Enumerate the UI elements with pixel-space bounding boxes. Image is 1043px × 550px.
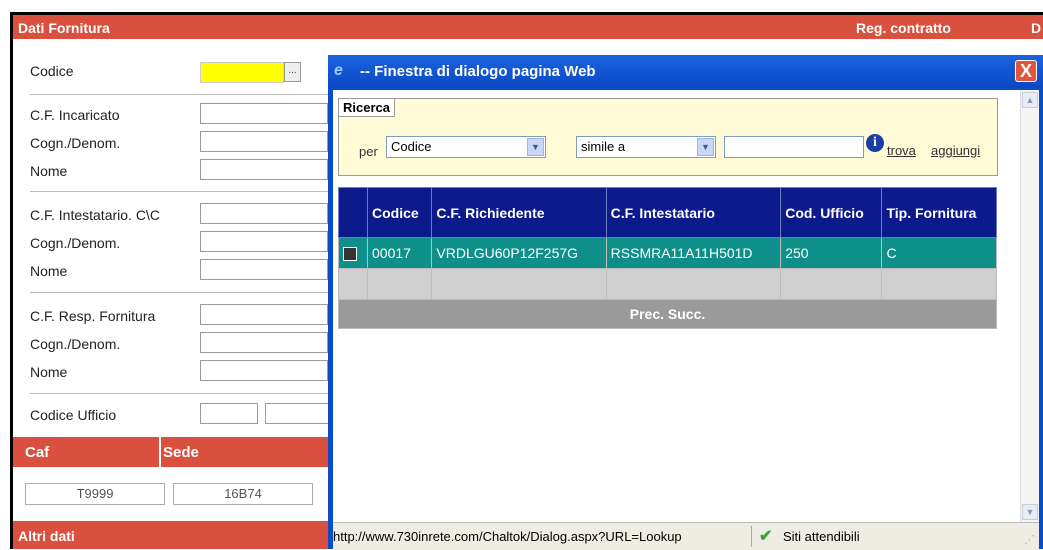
field-select-value: Codice xyxy=(391,139,432,154)
dati-fornitura-title: Dati Fornitura xyxy=(18,20,110,36)
codice-ufficio-desc-input[interactable] xyxy=(265,403,329,424)
status-separator xyxy=(751,526,752,547)
dialog-content: Ricerca per Codice ▼ simile a ▼ i trova … xyxy=(333,90,1039,522)
empty-cell xyxy=(366,268,433,300)
header-right-truncated: D xyxy=(1031,20,1042,36)
pagination-row: Prec. Succ. xyxy=(338,299,997,329)
search-panel: Ricerca per Codice ▼ simile a ▼ i trova … xyxy=(338,98,998,176)
divider xyxy=(30,94,330,95)
table-header-row: Codice C.F. Richiedente C.F. Intestatari… xyxy=(338,187,997,238)
web-dialog-window: e -- Finestra di dialogo pagina Web X Ri… xyxy=(328,55,1043,550)
vertical-scrollbar[interactable]: ▲ ▼ xyxy=(1020,90,1039,522)
column-header-cod-ufficio[interactable]: Cod. Ufficio xyxy=(780,187,883,238)
divider xyxy=(30,292,330,293)
sede-value: 16B74 xyxy=(173,483,313,505)
nome-label: Nome xyxy=(30,364,68,380)
close-button[interactable]: X xyxy=(1015,60,1037,82)
status-bar: http://www.730inrete.com/Chaltok/Dialog.… xyxy=(333,522,1039,550)
column-header-codice[interactable]: Codice xyxy=(366,187,433,238)
nome-label: Nome xyxy=(30,163,68,179)
chevron-down-icon[interactable]: ▼ xyxy=(697,138,714,156)
empty-cell xyxy=(431,268,607,300)
codice-ufficio-input[interactable] xyxy=(200,403,258,424)
empty-cell xyxy=(780,268,883,300)
table-row[interactable]: 00017 VRDLGU60P12F257G RSSMRA11A11H501D … xyxy=(338,237,997,269)
header-separator xyxy=(159,437,161,467)
altri-dati-header: Altri dati xyxy=(13,521,328,549)
empty-cell xyxy=(881,268,997,300)
cf-resp-fornitura-label: C.F. Resp. Fornitura xyxy=(30,308,156,324)
chevron-down-icon[interactable]: ▼ xyxy=(527,138,544,156)
cell-cf-richiedente[interactable]: VRDLGU60P12F257G xyxy=(431,237,607,269)
ie-logo-icon: e xyxy=(334,62,343,79)
field-select[interactable]: Codice ▼ xyxy=(386,136,546,158)
sede-label: Sede xyxy=(163,444,199,461)
row-select-cell[interactable] xyxy=(338,237,368,269)
dialog-title-bar[interactable]: e -- Finestra di dialogo pagina Web X xyxy=(328,55,1043,88)
window-left-edge xyxy=(0,12,13,549)
cell-codice[interactable]: 00017 xyxy=(366,237,433,269)
cf-resp-fornitura-input[interactable] xyxy=(200,304,328,325)
select-row-icon[interactable] xyxy=(343,247,357,262)
cognome-input[interactable] xyxy=(200,332,328,353)
dati-fornitura-header: Dati Fornitura Reg. contratto D xyxy=(13,15,1043,39)
dialog-title: -- Finestra di dialogo pagina Web xyxy=(360,63,596,80)
cell-cod-ufficio[interactable]: 250 xyxy=(780,237,883,269)
nome-input[interactable] xyxy=(200,259,328,280)
operator-select[interactable]: simile a ▼ xyxy=(576,136,716,158)
window-top-edge xyxy=(0,0,1043,15)
column-header-cf-intestatario[interactable]: C.F. Intestatario xyxy=(605,187,782,238)
pagination-links[interactable]: Prec. Succ. xyxy=(338,299,997,329)
cf-intestatario-input[interactable] xyxy=(200,203,328,224)
cognome-label: Cogn./Denom. xyxy=(30,235,121,251)
scroll-up-icon[interactable]: ▲ xyxy=(1022,92,1038,108)
nome-input[interactable] xyxy=(200,159,328,180)
cf-incaricato-label: C.F. Incaricato xyxy=(30,107,120,123)
cognome-input[interactable] xyxy=(200,131,328,152)
codice-ufficio-label: Codice Ufficio xyxy=(30,407,117,423)
nome-input[interactable] xyxy=(200,360,328,381)
caf-value: T9999 xyxy=(25,483,165,505)
resize-grip-icon[interactable]: ⋰ xyxy=(1024,533,1035,546)
aggiungi-link[interactable]: aggiungi xyxy=(931,143,980,158)
ricerca-tab[interactable]: Ricerca xyxy=(339,99,395,117)
trova-link[interactable]: trova xyxy=(887,143,916,158)
codice-lookup-button[interactable]: ... xyxy=(284,62,301,82)
caf-label: Caf xyxy=(25,444,50,461)
cognome-label: Cogn./Denom. xyxy=(30,336,121,352)
column-header-tip-fornitura[interactable]: Tip. Fornitura xyxy=(881,187,997,238)
divider xyxy=(30,191,330,192)
codice-input[interactable] xyxy=(200,62,284,83)
scroll-down-icon[interactable]: ▼ xyxy=(1022,504,1038,520)
divider xyxy=(30,393,330,394)
reg-contratto-title: Reg. contratto xyxy=(856,20,951,36)
per-label: per xyxy=(359,144,378,159)
select-column-header xyxy=(338,187,368,238)
status-url: http://www.730inrete.com/Chaltok/Dialog.… xyxy=(333,529,682,544)
cell-tip-fornitura[interactable]: C xyxy=(881,237,997,269)
security-zone: Siti attendibili xyxy=(783,529,860,544)
cell-cf-intestatario[interactable]: RSSMRA11A11H501D xyxy=(605,237,782,269)
empty-cell xyxy=(605,268,782,300)
operator-select-value: simile a xyxy=(581,139,626,154)
info-icon[interactable]: i xyxy=(866,134,884,152)
cf-incaricato-input[interactable] xyxy=(200,103,328,124)
altri-dati-title: Altri dati xyxy=(18,528,75,544)
caf-sede-header: Caf Sede xyxy=(13,437,328,467)
codice-label: Codice xyxy=(30,63,74,79)
empty-row xyxy=(338,268,997,300)
cf-intestatario-label: C.F. Intestatario. C\C xyxy=(30,207,160,223)
column-header-cf-richiedente[interactable]: C.F. Richiedente xyxy=(431,187,607,238)
results-table: Codice C.F. Richiedente C.F. Intestatari… xyxy=(338,187,997,329)
checkmark-icon: ✔ xyxy=(759,528,773,545)
search-value-input[interactable] xyxy=(724,136,864,158)
cognome-input[interactable] xyxy=(200,231,328,252)
cognome-label: Cogn./Denom. xyxy=(30,135,121,151)
empty-cell xyxy=(338,268,368,300)
nome-label: Nome xyxy=(30,263,68,279)
